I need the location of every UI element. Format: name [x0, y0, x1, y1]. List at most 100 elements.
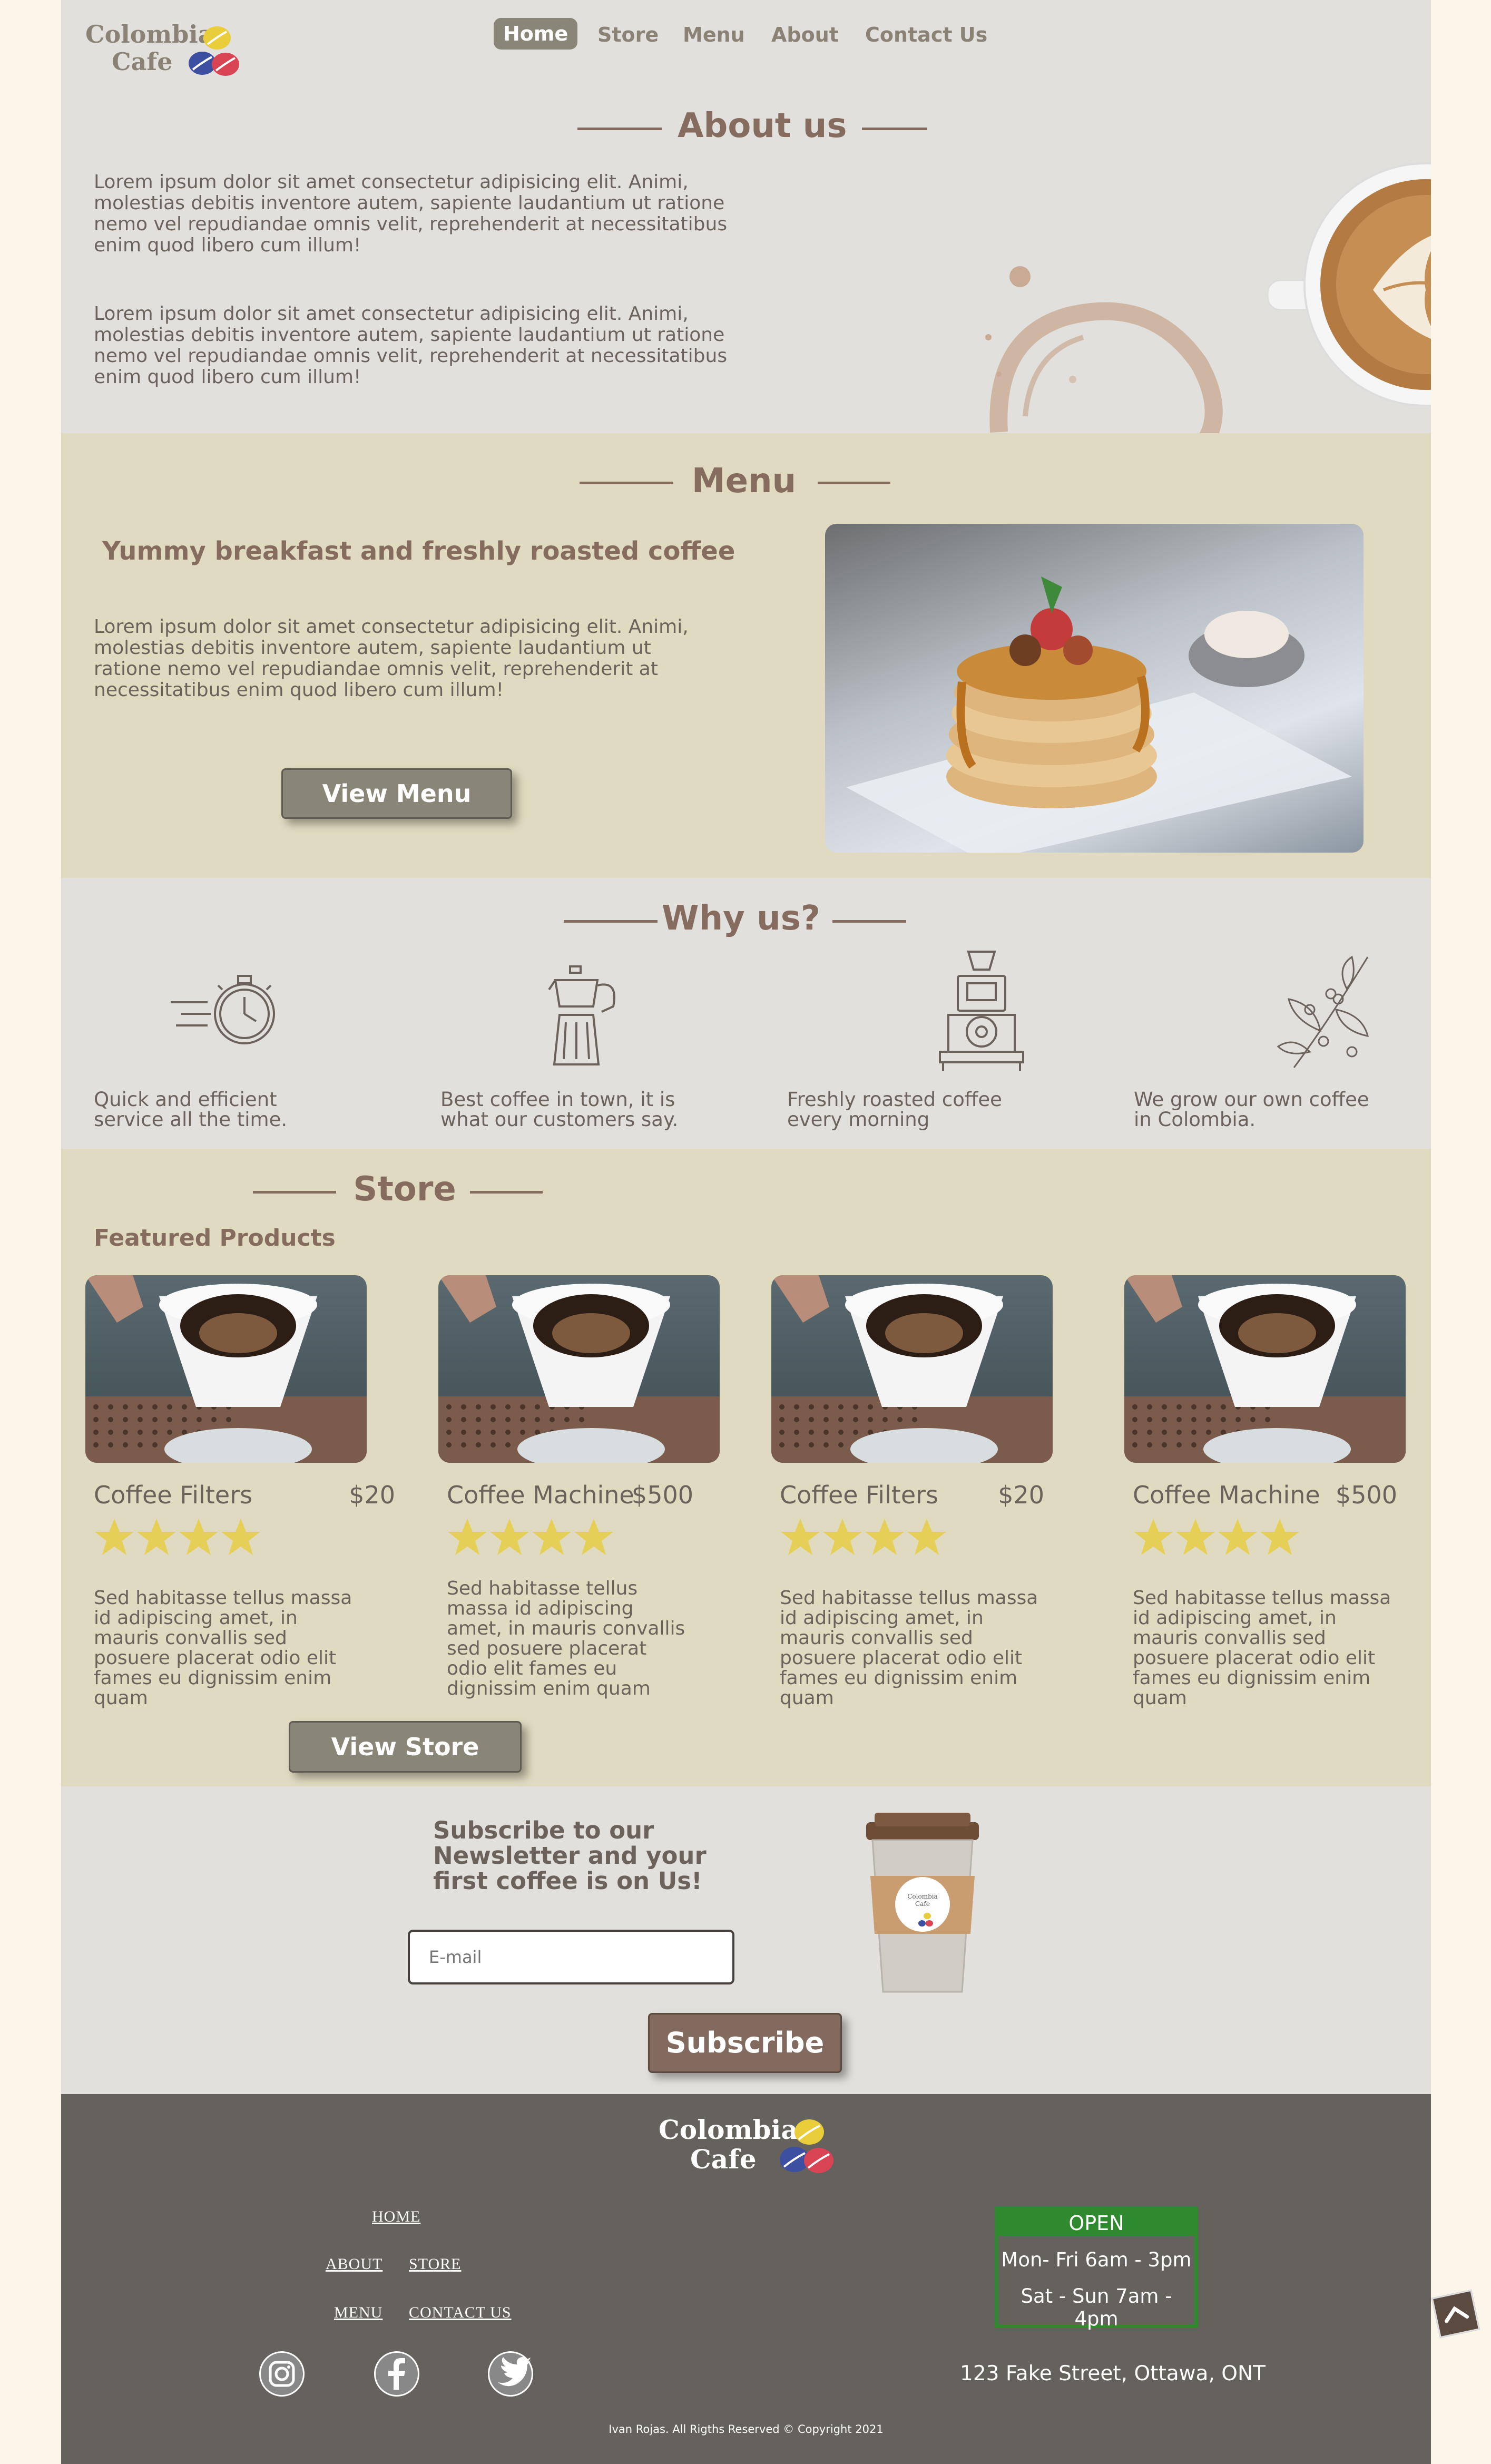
moka-pot-icon	[548, 965, 615, 1065]
email-input[interactable]	[408, 1930, 734, 1984]
star-icon	[221, 1519, 260, 1555]
pancake-stack-icon	[846, 576, 1352, 853]
star-icon	[1260, 1519, 1299, 1555]
heading-rule	[253, 1191, 336, 1194]
why-item-3-text: Freshly roasted coffee every morning	[787, 1088, 1002, 1131]
pour-over-coffee-icon	[438, 1275, 720, 1463]
star-icon	[448, 1519, 487, 1555]
product-name[interactable]: Coffee Machine	[1133, 1481, 1320, 1509]
product-rating	[447, 1518, 615, 1559]
star-icon	[137, 1519, 176, 1555]
about-paragraph-1: Lorem ipsum dolor sit amet consectetur a…	[94, 171, 728, 256]
brand-line2: Cafe	[112, 47, 173, 76]
footer-brand-line2: Cafe	[690, 2144, 757, 2175]
star-icon	[1176, 1519, 1215, 1555]
coffee-stain-image	[985, 266, 1223, 433]
latte-cup-image	[1268, 162, 1431, 406]
coffee-beans-icon	[189, 26, 239, 76]
cup-label-line1: Colombia	[907, 1893, 938, 1900]
footer: Colombia Cafe HOME ABOUT STORE MENU CONT…	[61, 2094, 1431, 2464]
newsletter-section: Subscribe to our Newsletter and your fir…	[61, 1786, 1431, 2094]
star-icon	[574, 1519, 613, 1555]
heading-rule	[832, 920, 906, 923]
copyright: Ivan Rojas. All Rigths Reserved © Copyri…	[609, 2423, 884, 2436]
pour-over-coffee-icon	[771, 1275, 1053, 1463]
footer-link-about[interactable]: ABOUT	[326, 2255, 382, 2273]
coffee-plant-icon	[1277, 955, 1369, 1068]
product-rating	[94, 1518, 262, 1559]
instagram-icon[interactable]	[259, 2351, 305, 2397]
product-price: $20	[998, 1481, 1044, 1509]
coffee-beans-icon	[780, 2119, 833, 2173]
product-price: $20	[349, 1481, 395, 1509]
coffee-cup-image: Colombia Cafe	[862, 1813, 983, 1997]
product-image[interactable]	[1124, 1275, 1406, 1463]
product-name[interactable]: Coffee Machine	[447, 1481, 634, 1509]
product-name[interactable]: Coffee Filters	[94, 1481, 252, 1509]
footer-link-menu[interactable]: MENU	[334, 2304, 382, 2322]
hours-weekday: Mon- Fri 6am - 3pm	[1001, 2248, 1192, 2271]
product-description: Sed habitasse tellus massa id adipiscing…	[94, 1587, 352, 1709]
nav-home[interactable]: Home	[494, 18, 578, 50]
heading-rule	[564, 920, 658, 923]
product-description: Sed habitasse tellus massa id adipiscing…	[447, 1578, 685, 1699]
store-heading: Store	[353, 1170, 456, 1209]
back-to-top-button[interactable]	[1431, 2289, 1480, 2339]
chevron-up-icon	[1445, 2306, 1469, 2323]
hours-box: OPEN Mon- Fri 6am - 3pm Sat - Sun 7am - …	[995, 2207, 1198, 2330]
heading-rule	[580, 482, 673, 484]
product-image[interactable]	[85, 1275, 367, 1463]
view-menu-button[interactable]: View Menu	[281, 768, 512, 819]
address: 123 Fake Street, Ottawa, ONT	[960, 2362, 1266, 2385]
nav-about[interactable]: About	[771, 23, 839, 46]
product-image[interactable]	[771, 1275, 1053, 1463]
nav-contact[interactable]: Contact Us	[865, 23, 987, 46]
subscribe-button[interactable]: Subscribe	[648, 2013, 842, 2073]
twitter-icon[interactable]	[488, 2351, 533, 2397]
product-rating	[780, 1518, 948, 1559]
why-heading: Why us?	[662, 899, 820, 938]
about-section: Colombia Cafe Home Store Menu About Cont…	[61, 0, 1431, 433]
newsletter-title: Subscribe to our Newsletter and your fir…	[433, 1816, 707, 1895]
heading-rule	[818, 482, 890, 484]
menu-heading: Menu	[691, 462, 797, 501]
why-item-1-text: Quick and efficient service all the time…	[94, 1088, 288, 1131]
star-icon	[490, 1519, 529, 1555]
product-rating	[1133, 1518, 1301, 1559]
star-icon	[532, 1519, 571, 1555]
star-icon	[907, 1519, 946, 1555]
heading-rule	[470, 1191, 543, 1194]
heading-rule	[577, 128, 662, 130]
why-item-2-text: Best coffee in town, it is what our cust…	[440, 1088, 679, 1131]
product-price: $500	[1335, 1481, 1397, 1509]
about-heading: About us	[678, 106, 847, 145]
page: Colombia Cafe Home Store Menu About Cont…	[61, 0, 1431, 2464]
star-icon	[1218, 1519, 1257, 1555]
product-name[interactable]: Coffee Filters	[780, 1481, 938, 1509]
menu-paragraph: Lorem ipsum dolor sit amet consectetur a…	[94, 616, 689, 701]
product-description: Sed habitasse tellus massa id adipiscing…	[780, 1587, 1038, 1709]
view-store-button[interactable]: View Store	[289, 1721, 522, 1773]
menu-section: Menu Yummy breakfast and freshly roasted…	[61, 433, 1431, 878]
footer-link-home[interactable]: HOME	[372, 2208, 420, 2226]
facebook-icon[interactable]	[374, 2351, 419, 2397]
stopwatch-icon	[171, 975, 275, 1044]
pancakes-image	[825, 524, 1364, 853]
brand-logo[interactable]: Colombia Cafe	[85, 20, 254, 83]
cup-label-line2: Cafe	[915, 1900, 930, 1908]
about-paragraph-2: Lorem ipsum dolor sit amet consectetur a…	[94, 303, 728, 388]
pour-over-coffee-icon	[85, 1275, 367, 1463]
product-price: $500	[631, 1481, 693, 1509]
footer-link-store[interactable]: STORE	[409, 2255, 461, 2273]
product-description: Sed habitasse tellus massa id adipiscing…	[1133, 1587, 1391, 1709]
nav-menu[interactable]: Menu	[683, 23, 745, 46]
star-icon	[823, 1519, 862, 1555]
footer-link-contact[interactable]: CONTACT US	[409, 2304, 512, 2322]
nav-store[interactable]: Store	[597, 23, 659, 46]
footer-logo[interactable]: Colombia Cafe	[659, 2114, 838, 2183]
coffee-roaster-icon	[939, 951, 1024, 1071]
featured-products-heading: Featured Products	[94, 1225, 336, 1251]
product-image[interactable]	[438, 1275, 720, 1463]
why-item-4-text: We grow our own coffee in Colombia.	[1134, 1088, 1369, 1131]
pour-over-coffee-icon	[1124, 1275, 1406, 1463]
